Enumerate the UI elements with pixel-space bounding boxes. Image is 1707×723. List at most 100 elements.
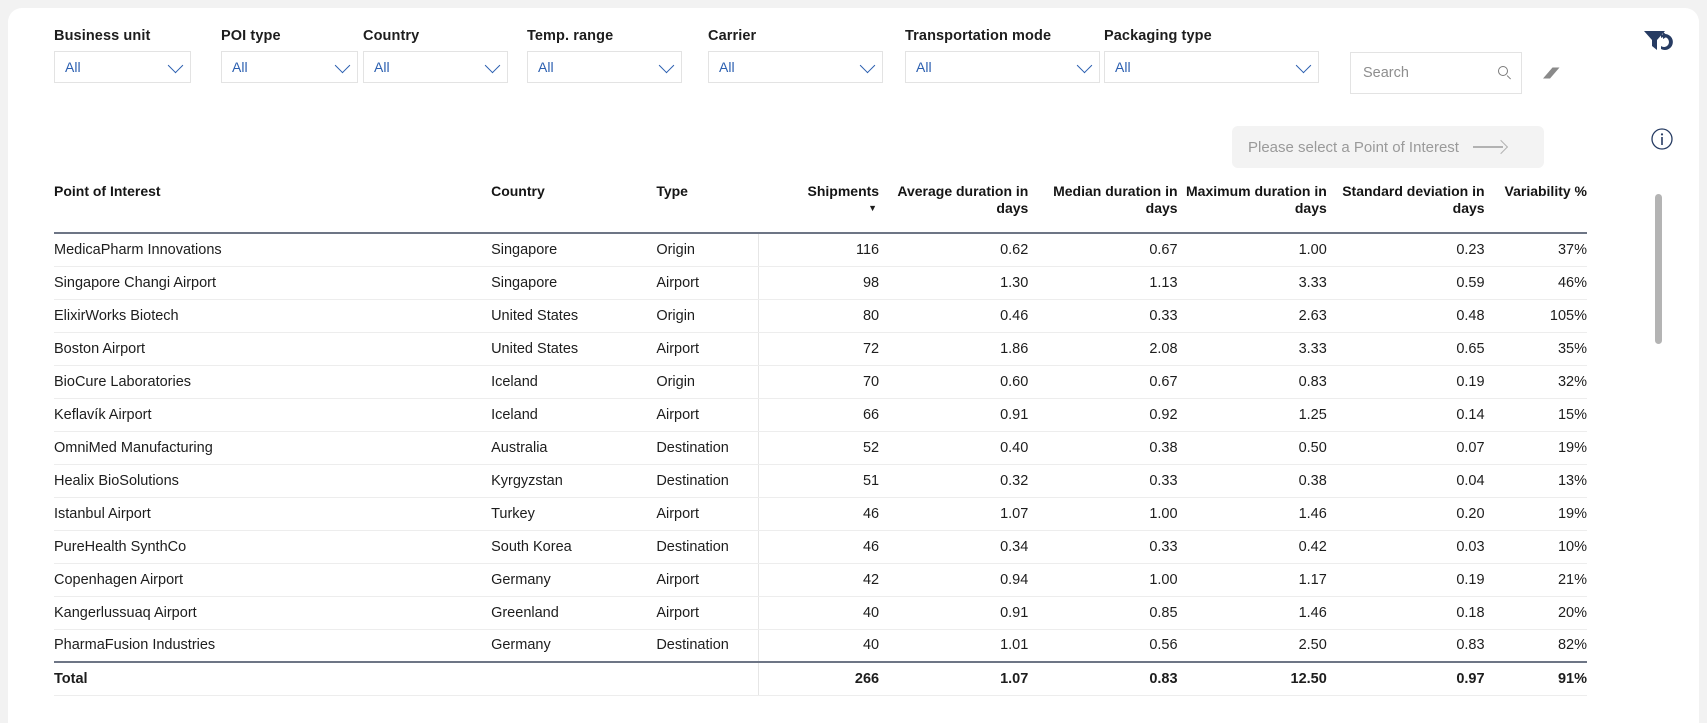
cell-poi: PureHealth SynthCo [54, 530, 492, 564]
cell-poi: PharmaFusion Industries [54, 629, 492, 663]
cell-type: Airport [656, 266, 759, 300]
filter-label-business-unit: Business unit [54, 28, 151, 44]
filter-label-poi-type: POI type [221, 28, 281, 44]
select-business-unit[interactable]: All [54, 51, 191, 83]
cell-median-duration: 0.85 [1028, 596, 1178, 630]
poi-select-prompt[interactable]: Please select a Point of Interest [1232, 126, 1544, 168]
cell-variability: 13% [1484, 464, 1587, 498]
cell-median-duration: 2.08 [1028, 332, 1178, 366]
cell-median-duration: 1.00 [1028, 497, 1178, 531]
table-row[interactable]: ElixirWorks Biotech United States Origin 80… [54, 299, 1587, 333]
cell-maximum-duration: 12.50 [1177, 661, 1327, 696]
select-transportation-mode[interactable]: All [905, 51, 1100, 83]
cell-standard-deviation: 0.07 [1326, 431, 1485, 465]
table-row[interactable]: OmniMed Manufacturing Australia Destinatio… [54, 431, 1587, 465]
column-header-maximum-duration[interactable]: Maximum duration in days [1177, 183, 1327, 234]
table-row[interactable]: PureHealth SynthCo South Korea Destination… [54, 530, 1587, 564]
cell-country: South Korea [491, 530, 657, 564]
select-poi-type[interactable]: All [221, 51, 358, 83]
cell-average-duration: 0.60 [879, 365, 1029, 399]
table-row[interactable]: Singapore Changi Airport Singapore Airport… [54, 266, 1587, 300]
cell-standard-deviation: 0.23 [1326, 233, 1485, 267]
table-row[interactable]: BioCure Laboratories Iceland Origin 70 0.60 0… [54, 365, 1587, 399]
cell-standard-deviation: 0.59 [1326, 266, 1485, 300]
cell-variability: 105% [1484, 299, 1587, 333]
select-temp-range[interactable]: All [527, 51, 682, 83]
sort-descending-icon: ▼ [868, 202, 878, 213]
table-row[interactable]: Keflavík Airport Iceland Airport 66 0.91 0.92… [54, 398, 1587, 432]
cell-poi: Boston Airport [54, 332, 492, 366]
cell-variability: 35% [1484, 332, 1587, 366]
select-value-packaging-type: All [1115, 59, 1131, 75]
cell-country: United States [491, 299, 657, 333]
select-value-temp-range: All [538, 59, 554, 75]
column-header-median-duration[interactable]: Median duration in days [1028, 183, 1178, 234]
cell-poi: Keflavík Airport [54, 398, 492, 432]
select-country[interactable]: All [363, 51, 508, 83]
select-carrier[interactable]: All [708, 51, 883, 83]
table-row[interactable]: Copenhagen Airport Germany Airport 42 0.94 1.… [54, 563, 1587, 597]
cell-country: Iceland [491, 365, 657, 399]
cell-poi: Istanbul Airport [54, 497, 492, 531]
cell-maximum-duration: 3.33 [1177, 332, 1327, 366]
cell-median-duration: 0.38 [1028, 431, 1178, 465]
filter-country: Country All [363, 28, 508, 83]
table-row[interactable]: Healix BioSolutions Kyrgyzstan Destination… [54, 464, 1587, 498]
column-header-variability[interactable]: Variability % [1484, 183, 1587, 234]
cell-shipments: 46 [758, 530, 880, 564]
app-window: Business unit All POI type All Country A… [8, 8, 1699, 723]
table-scrollbar-thumb[interactable] [1655, 194, 1662, 344]
search-input[interactable] [1361, 64, 1491, 82]
select-packaging-type[interactable]: All [1104, 51, 1319, 83]
cell-poi: Total [54, 661, 492, 696]
cell-median-duration: 0.67 [1028, 365, 1178, 399]
cell-variability: 21% [1484, 563, 1587, 597]
table-row[interactable]: Boston Airport United States Airport 72 1.86… [54, 332, 1587, 366]
column-header-average-duration[interactable]: Average duration in days [879, 183, 1029, 234]
info-icon[interactable] [1649, 126, 1675, 152]
cell-type [656, 661, 759, 696]
cell-maximum-duration: 1.46 [1177, 497, 1327, 531]
table-row[interactable]: Istanbul Airport Turkey Airport 46 1.07 1.00 1… [54, 497, 1587, 531]
filter-label-country: Country [363, 28, 420, 44]
cell-type: Destination [656, 431, 759, 465]
cell-average-duration: 0.62 [879, 233, 1029, 267]
search-box[interactable] [1350, 52, 1522, 94]
cell-shipments: 80 [758, 299, 880, 333]
eraser-icon[interactable] [1540, 64, 1562, 82]
column-header-shipments[interactable]: Shipments ▼ [758, 183, 880, 234]
cell-standard-deviation: 0.19 [1326, 365, 1485, 399]
cell-maximum-duration: 2.63 [1177, 299, 1327, 333]
cell-shipments: 116 [758, 233, 880, 267]
chevron-down-icon [167, 57, 184, 74]
cell-standard-deviation: 0.48 [1326, 299, 1485, 333]
table-row[interactable]: PharmaFusion Industries Germany Destinatio… [54, 629, 1587, 663]
cell-country: Singapore [491, 266, 657, 300]
column-header-country[interactable]: Country [491, 183, 657, 234]
filter-transportation-mode: Transportation mode All [905, 28, 1100, 83]
column-label: Average duration in days [897, 183, 1029, 216]
cell-maximum-duration: 1.17 [1177, 563, 1327, 597]
cell-median-duration: 0.92 [1028, 398, 1178, 432]
cell-variability: 37% [1484, 233, 1587, 267]
cell-poi: Kangerlussuaq Airport [54, 596, 492, 630]
cell-median-duration: 0.83 [1028, 661, 1178, 696]
chevron-down-icon [859, 57, 876, 74]
table-row[interactable]: MedicaPharm Innovations Singapore Origin 11… [54, 233, 1587, 267]
chevron-down-icon [484, 57, 501, 74]
cell-average-duration: 1.30 [879, 266, 1029, 300]
column-header-poi[interactable]: Point of Interest [54, 183, 492, 234]
column-header-type[interactable]: Type [656, 183, 759, 234]
reset-filter-icon[interactable] [1641, 26, 1675, 60]
table-total-row: Total 266 1.07 0.83 12.50 0.97 91% [54, 661, 1587, 696]
filter-carrier: Carrier All [708, 28, 883, 83]
cell-maximum-duration: 1.25 [1177, 398, 1327, 432]
column-label: Variability % [1504, 183, 1587, 199]
column-label: Standard deviation in days [1342, 183, 1485, 216]
cell-maximum-duration: 2.50 [1177, 629, 1327, 663]
cell-poi: OmniMed Manufacturing [54, 431, 492, 465]
table-row[interactable]: Kangerlussuaq Airport Greenland Airport 40 0… [54, 596, 1587, 630]
column-label: Median duration in days [1053, 183, 1178, 216]
column-header-standard-deviation[interactable]: Standard deviation in days [1326, 183, 1485, 234]
cell-variability: 46% [1484, 266, 1587, 300]
